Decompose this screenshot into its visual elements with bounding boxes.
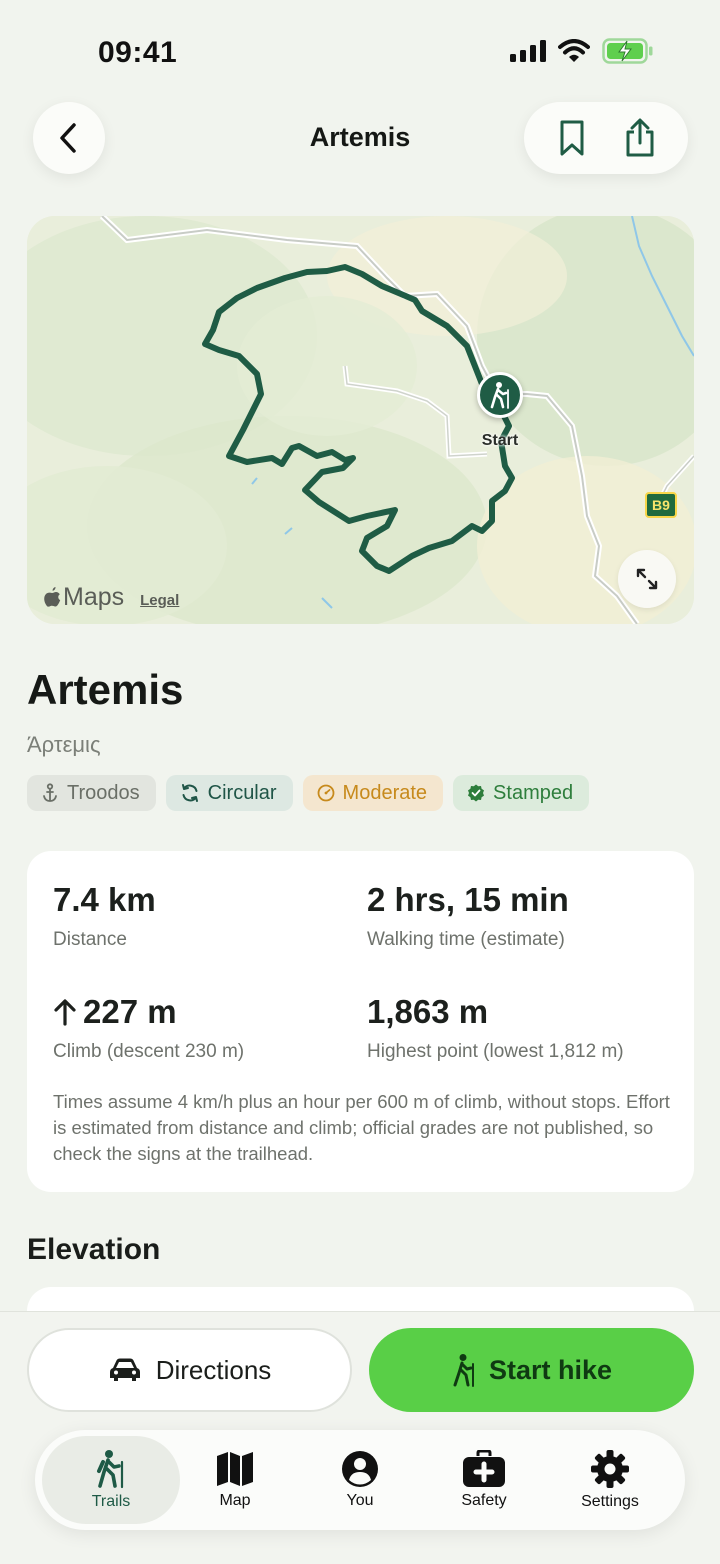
elevation-title: Elevation (27, 1233, 161, 1266)
gear-icon (591, 1450, 629, 1488)
map-icon (217, 1452, 253, 1486)
stat-highest-label: Highest point (lowest 1,812 m) (367, 1041, 624, 1062)
expand-arrows-icon (636, 568, 658, 590)
directions-label: Directions (155, 1354, 272, 1385)
check-badge-icon (468, 784, 485, 802)
tag-route-shape[interactable]: Circular (165, 775, 293, 811)
hiker-icon (490, 382, 509, 409)
stat-climb-row: 227 m (53, 993, 244, 1031)
stat-distance-value: 7.4 km (53, 881, 156, 918)
tag-stamped[interactable]: Stamped (453, 775, 590, 811)
maps-label: Maps (63, 583, 125, 611)
road-badge: B9 (645, 492, 677, 518)
start-hike-button[interactable]: Start hike (369, 1328, 694, 1412)
expand-map-button[interactable] (618, 550, 676, 608)
tag-difficulty[interactable]: Moderate (302, 775, 444, 811)
tab-settings[interactable]: Settings (548, 1436, 672, 1524)
car-icon (109, 1358, 140, 1381)
start-pin[interactable] (477, 372, 523, 418)
tag-difficulty-label: Moderate (342, 781, 428, 804)
tag-route-shape-label: Circular (207, 781, 277, 804)
stats-note: Times assume 4 km/h plus an hour per 600… (53, 1091, 670, 1164)
map-terrain (27, 216, 694, 624)
trail-tags: Troodos Circular Moderate Stamped (27, 775, 590, 811)
start-label: Start (481, 432, 519, 449)
stat-walking-time-value: 2 hrs, 15 min (367, 881, 569, 918)
trail-map[interactable]: Start B9 Maps Legal (27, 216, 694, 624)
tab-settings-label: Settings (581, 1493, 639, 1510)
tab-trails[interactable]: Trails (42, 1436, 180, 1524)
battery-charging-icon (602, 38, 653, 64)
stat-distance: 7.4 km Distance (53, 881, 156, 951)
bottom-bar: Directions Start hike Trails Map You Saf… (0, 1311, 720, 1564)
gauge-icon (317, 784, 334, 802)
wifi-icon (558, 39, 590, 62)
stat-climb: 227 m Climb (descent 230 m) (53, 993, 244, 1063)
anchor-icon (43, 783, 57, 802)
start-hike-label: Start hike (488, 1354, 613, 1385)
map-attribution: Maps Legal (43, 583, 179, 612)
maps-logo: Maps (43, 583, 124, 612)
stat-climb-label: Climb (descent 230 m) (53, 1041, 245, 1062)
legal-link[interactable]: Legal (140, 592, 179, 612)
cellular-signal-icon (510, 40, 546, 62)
bookmark-icon (560, 120, 584, 156)
tab-safety[interactable]: Safety (422, 1436, 546, 1524)
directions-button[interactable]: Directions (27, 1328, 352, 1412)
tag-stamped-label: Stamped (493, 781, 574, 804)
trail-name: Artemis (27, 666, 184, 713)
hiker-icon (97, 1450, 124, 1489)
person-icon (342, 1451, 378, 1487)
tag-region[interactable]: Troodos (27, 775, 156, 811)
stat-highest: 1,863 m Highest point (lowest 1,812 m) (367, 993, 624, 1063)
tag-region-label: Troodos (67, 781, 140, 804)
status-icons (510, 38, 654, 64)
tab-you-label: You (346, 1492, 374, 1509)
tab-you[interactable]: You (298, 1436, 422, 1524)
status-bar: 09:41 (0, 0, 720, 100)
stat-distance-label: Distance (53, 929, 127, 950)
stat-walking-time: 2 hrs, 15 min Walking time (estimate) (367, 881, 569, 951)
trail-stats-card: 7.4 km Distance 2 hrs, 15 min Walking ti… (27, 851, 694, 1192)
hiker-icon (453, 1354, 474, 1387)
trail-detail-screen: 09:41 Artemis Start B9 Maps Legal Artemi… (0, 0, 720, 1564)
arrow-up-icon (54, 999, 76, 1026)
stat-climb-value: 227 m (83, 993, 177, 1030)
tab-bar: Trails Map You Safety Settings (35, 1430, 685, 1530)
status-time: 09:41 (98, 36, 178, 69)
stat-highest-value: 1,863 m (367, 993, 489, 1030)
share-button[interactable] (615, 113, 665, 163)
tab-trails-label: Trails (91, 1493, 131, 1510)
nav-actions (524, 102, 688, 174)
tab-map-label: Map (219, 1492, 251, 1509)
apple-logo-icon (44, 586, 61, 607)
share-icon (626, 118, 654, 157)
bookmark-button[interactable] (547, 113, 597, 163)
loop-icon (181, 784, 198, 802)
tab-safety-label: Safety (461, 1492, 507, 1509)
first-aid-icon (463, 1450, 505, 1487)
stat-walking-time-label: Walking time (estimate) (367, 929, 565, 950)
tab-map[interactable]: Map (173, 1436, 297, 1524)
trail-local-name: Άρτεμις (27, 732, 101, 757)
